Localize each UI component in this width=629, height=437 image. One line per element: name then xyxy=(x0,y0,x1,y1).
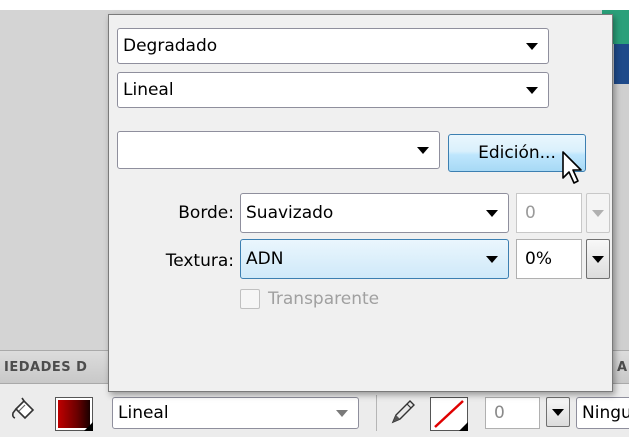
texture-value: ADN xyxy=(246,248,284,269)
texture-percent-field[interactable]: 0% xyxy=(516,239,582,279)
cap-style-select[interactable]: Ningu xyxy=(576,397,629,429)
no-color-slash-icon xyxy=(434,400,464,428)
fill-color-swatch[interactable] xyxy=(55,397,93,431)
window-top-strip xyxy=(0,0,629,10)
chevron-down-icon xyxy=(486,256,498,263)
gradient-type-value: Lineal xyxy=(123,79,174,100)
chevron-down-icon xyxy=(526,87,538,94)
fill-type-select[interactable]: Degradado xyxy=(117,28,549,64)
gradient-type-select[interactable]: Lineal xyxy=(117,72,549,108)
border-label: Borde: xyxy=(178,203,234,223)
chevron-down-icon xyxy=(336,410,348,417)
border-select[interactable]: Suavizado xyxy=(240,193,509,233)
line-style-value: Lineal xyxy=(118,402,169,423)
right-panel-strip xyxy=(612,44,629,350)
stroke-color-swatch[interactable] xyxy=(430,397,468,431)
border-value: Suavizado xyxy=(246,202,334,223)
fill-type-value: Degradado xyxy=(123,35,218,56)
line-style-select[interactable]: Lineal xyxy=(112,397,359,429)
stroke-width-dropdown-button[interactable] xyxy=(546,397,570,427)
right-scrollbar-thumb[interactable] xyxy=(614,44,629,84)
pencil-icon[interactable] xyxy=(388,397,418,427)
chevron-down-icon xyxy=(526,43,538,50)
transparent-option: Transparente xyxy=(240,289,379,309)
chevron-down-icon xyxy=(417,147,429,154)
border-amount-field: 0 xyxy=(516,193,582,233)
texture-label: Textura: xyxy=(165,251,234,271)
transparent-checkbox xyxy=(240,289,260,309)
panel-header-title: IEDADES D xyxy=(4,360,88,375)
border-amount-dropdown-button xyxy=(586,193,610,233)
chevron-down-icon xyxy=(592,256,604,263)
mouse-pointer-icon xyxy=(562,151,582,184)
chevron-down-icon xyxy=(552,409,564,416)
transparent-label: Transparente xyxy=(268,289,380,309)
paint-bucket-icon[interactable] xyxy=(10,397,38,425)
texture-select[interactable]: ADN xyxy=(240,239,509,279)
toolbar-divider xyxy=(376,395,377,431)
chevron-down-icon xyxy=(592,210,604,217)
texture-percent-dropdown-button[interactable] xyxy=(586,239,610,279)
chevron-down-icon xyxy=(486,210,498,217)
stroke-width-field[interactable]: 0 xyxy=(485,397,540,429)
fill-color-preview xyxy=(58,400,90,428)
gradient-preset-select[interactable] xyxy=(117,131,440,169)
cap-style-value: Ningu xyxy=(582,403,629,423)
panel-header-title-right: A xyxy=(617,360,628,375)
